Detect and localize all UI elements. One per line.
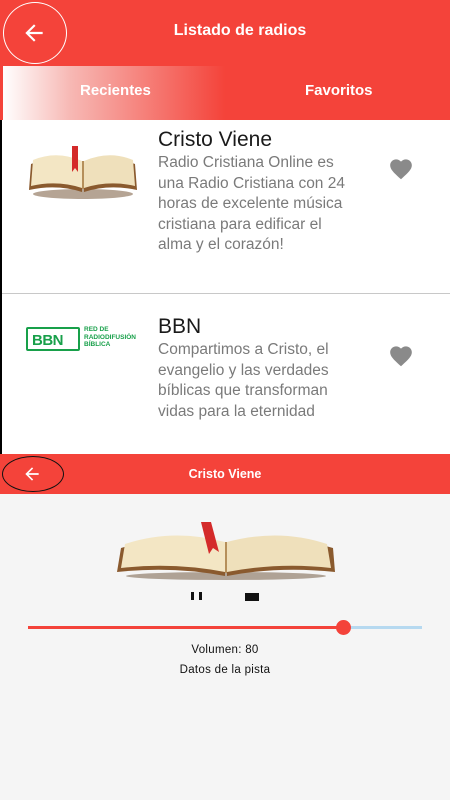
pause-button[interactable] bbox=[190, 592, 204, 602]
tab-bar: Recientes Favoritos bbox=[0, 66, 450, 120]
player-title: Cristo Viene bbox=[188, 467, 262, 481]
station-name: BBN bbox=[158, 315, 202, 338]
volume-slider-fill bbox=[28, 626, 344, 629]
station-name: Cristo Viene bbox=[158, 128, 273, 151]
list-item[interactable]: BBN RED DE RADIODIFUSIÓN BÍBLICA BBN Com… bbox=[2, 295, 450, 454]
stop-button[interactable] bbox=[245, 593, 259, 601]
pause-bar-left bbox=[191, 592, 194, 600]
bbn-logo-box: BBN bbox=[26, 327, 80, 351]
app-screen: Listado de radios Recientes Favoritos Cr… bbox=[0, 0, 450, 800]
player-app-bar: Cristo Viene bbox=[0, 454, 450, 494]
heart-icon[interactable] bbox=[388, 343, 414, 367]
volume-slider-thumb[interactable] bbox=[336, 620, 352, 635]
bbn-logo: BBN RED DE RADIODIFUSIÓN BÍBLICA bbox=[26, 325, 141, 353]
volume-slider[interactable] bbox=[28, 620, 422, 635]
station-list: Cristo Viene Radio Cristiana Online es u… bbox=[0, 120, 450, 454]
tab-favoritos-label: Favoritos bbox=[305, 82, 373, 99]
player-panel: Volumen: 80 Datos de la pista bbox=[0, 494, 450, 800]
open-book-icon bbox=[117, 522, 335, 580]
list-item[interactable]: Cristo Viene Radio Cristiana Online es u… bbox=[2, 120, 450, 294]
open-book-icon bbox=[29, 146, 137, 199]
volume-label: Volumen: 80 bbox=[191, 644, 259, 656]
app-bar: Listado de radios bbox=[0, 0, 450, 66]
track-info: Datos de la pista bbox=[179, 664, 271, 676]
bbn-logo-subtext: RED DE RADIODIFUSIÓN BÍBLICA bbox=[84, 326, 136, 348]
station-description: Compartimos a Cristo, el evangelio y las… bbox=[158, 341, 329, 420]
pause-bar-right bbox=[199, 592, 202, 600]
page-title: Listado de radios bbox=[173, 22, 307, 39]
heart-icon[interactable] bbox=[388, 156, 414, 180]
station-description: Radio Cristiana Online es una Radio Cris… bbox=[158, 154, 345, 253]
tab-recientes[interactable]: Recientes bbox=[3, 66, 225, 120]
tab-recientes-label: Recientes bbox=[80, 82, 151, 99]
bbn-logo-text: BBN bbox=[32, 332, 64, 349]
